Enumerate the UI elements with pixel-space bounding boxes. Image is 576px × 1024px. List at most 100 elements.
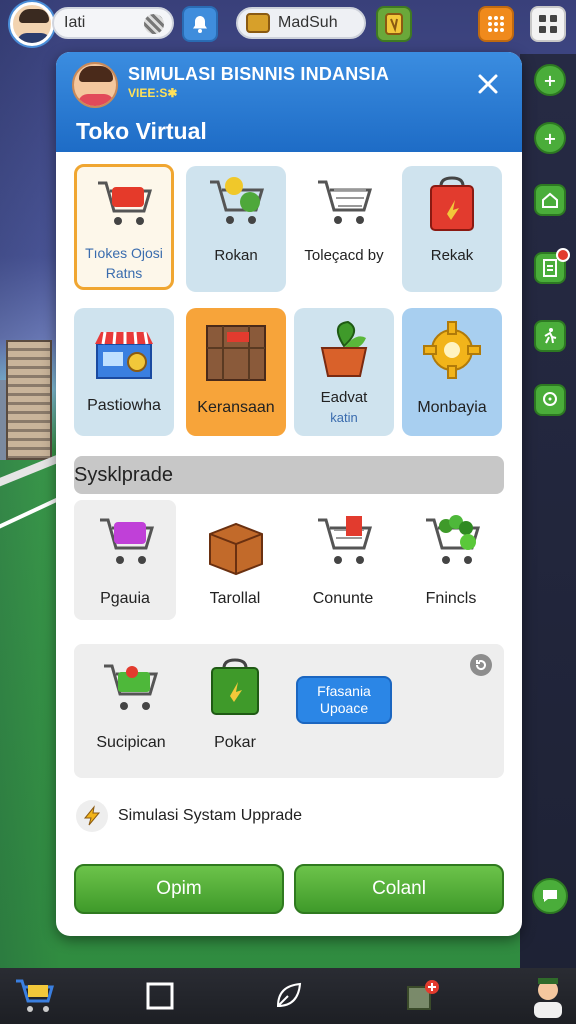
shop-tile-4[interactable]: Rekak (402, 166, 502, 292)
cart-purple-icon (100, 518, 155, 564)
player-name: Iati (64, 14, 86, 31)
shop-tile-6[interactable]: Keransaan (186, 308, 286, 436)
character-hair (79, 66, 113, 82)
item-label: Conunte (312, 590, 374, 607)
box-icon (209, 522, 263, 576)
shop-tile-2[interactable]: Rokan (186, 166, 286, 292)
chat-float-button[interactable] (532, 878, 568, 914)
plus-icon: + (543, 70, 557, 90)
bottom-nav (0, 968, 576, 1024)
cart-empty-icon (318, 180, 373, 224)
modal-header: SIMULASI BISNNIS INDANSIA VIEE:S✱ Toko V… (56, 52, 522, 152)
crate-icon (206, 325, 266, 381)
cart-red-bag-icon (318, 516, 373, 564)
item-label: Pgauia (100, 590, 150, 607)
money-label: MadSuh (278, 14, 338, 31)
item-card-2[interactable]: Tarollal (184, 500, 286, 620)
tile-label: Pastiowha (87, 397, 161, 414)
close-button[interactable] (470, 66, 506, 102)
tile-label: Monbayia (417, 399, 487, 416)
character-icon (534, 978, 562, 1018)
shop-tile-7[interactable]: Eadvat katin (294, 308, 394, 436)
open-button[interactable]: Opim (74, 864, 284, 914)
add-button-1[interactable]: + (534, 64, 566, 96)
apps-button[interactable] (478, 6, 514, 42)
chat-button[interactable] (534, 384, 566, 416)
notification-button[interactable] (182, 6, 218, 42)
upgrade-item-2[interactable]: Pokar (184, 654, 286, 764)
modal-title: SIMULASI BISNNIS INDANSIA (128, 64, 390, 84)
item-label: Tarollal (209, 590, 261, 607)
tile-sublabel: Ratns (105, 265, 143, 281)
lightning-badge (76, 800, 108, 832)
shop-coin-button[interactable] (376, 6, 412, 42)
plus-icon: + (543, 128, 557, 148)
item-card-4[interactable]: Fnincls (400, 500, 502, 620)
nav-profile[interactable] (526, 976, 570, 1018)
shop-tile-1[interactable]: Tıokes Ojosi Ratns (74, 164, 174, 290)
red-bag-icon (430, 176, 474, 231)
nav-shop[interactable] (12, 976, 58, 1016)
top-bar: Iati MadSuh (0, 0, 576, 48)
nav-home[interactable] (140, 976, 180, 1016)
system-upgrade-row[interactable]: Simulasi Systam Upprade (74, 800, 504, 834)
tile-label: Eadvat (320, 389, 368, 406)
item-card-3[interactable]: Conunte (292, 500, 394, 620)
upgrade-item-label: Pokar (214, 734, 256, 751)
character-avatar (72, 62, 118, 108)
avatar-hair (19, 9, 49, 23)
player-name-pill[interactable]: Iati (52, 7, 174, 39)
tile-sublabel: katin (330, 410, 358, 425)
chat-bubble-icon (543, 392, 557, 406)
item-label: Fnincls (425, 590, 477, 607)
shopping-cart-icon (16, 979, 54, 1012)
document-icon (543, 259, 557, 277)
refresh-button[interactable] (470, 654, 492, 676)
activity-button[interactable] (534, 320, 566, 352)
gear-icon (423, 321, 481, 379)
character-shirt (78, 94, 114, 106)
home-button[interactable] (534, 184, 566, 216)
tile-label: Toleçacd by (304, 247, 384, 264)
bell-icon (193, 16, 207, 33)
upgrade-panel: Sucipican Pokar Ffasania Upoace (74, 644, 504, 778)
cancel-button[interactable]: Colanl (294, 864, 504, 914)
section-title: Toko Virtual (76, 118, 207, 144)
green-bag-icon (211, 658, 259, 715)
item-card-1[interactable]: Pgauia (74, 500, 176, 620)
upgrade-item-1[interactable]: Sucipican (80, 654, 182, 764)
storefront-icon (95, 331, 153, 379)
update-button-line1: Ffasania (317, 683, 371, 699)
building-tower (6, 340, 52, 460)
shop-tile-8[interactable]: Monbayia (402, 308, 502, 436)
update-button[interactable]: Ffasania Upoace (296, 676, 392, 724)
player-avatar[interactable] (10, 2, 54, 46)
cart-green-icon (104, 664, 159, 710)
nav-back[interactable] (268, 976, 308, 1016)
update-button-line2: Upoace (319, 700, 369, 716)
tile-label: Tıokes Ojosi (85, 245, 163, 261)
add-button-2[interactable]: + (534, 122, 566, 154)
speech-bubble-icon (543, 890, 557, 902)
modal-subtitle: VIEE:S✱ (128, 86, 178, 100)
shop-tile-5[interactable]: Pastiowha (74, 308, 174, 436)
settings-coin-icon (144, 14, 164, 34)
menu-button[interactable] (530, 6, 566, 42)
tile-label: Rekak (430, 247, 474, 264)
section-header-upgrade: Sysklprade (74, 456, 504, 494)
house-icon (542, 192, 558, 208)
potted-plant-icon (320, 320, 368, 377)
cart-vegetables-icon (426, 515, 481, 564)
tasks-button[interactable] (534, 248, 570, 284)
leaf-back-icon (276, 982, 302, 1008)
money-pill[interactable]: MadSuh (236, 7, 366, 39)
dots-grid-icon (488, 16, 504, 32)
section-header-label: Sysklprade (74, 464, 173, 486)
shop-tile-3[interactable]: Toleçacd by (294, 166, 394, 292)
nav-inventory[interactable] (402, 976, 442, 1016)
tile-label: Rokan (214, 247, 258, 264)
tile-label: Keransaan (197, 399, 275, 416)
grid-menu-icon (539, 15, 557, 33)
cart-red-icon (98, 181, 153, 225)
coin-card-icon (385, 13, 403, 35)
